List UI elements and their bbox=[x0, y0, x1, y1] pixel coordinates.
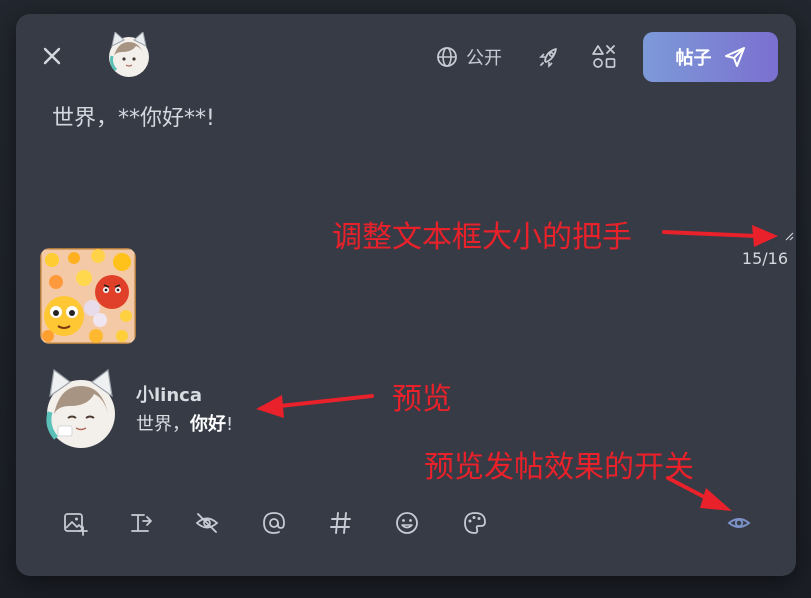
arrow-to-preview bbox=[256, 394, 374, 418]
close-icon bbox=[43, 47, 61, 65]
mention-icon bbox=[263, 512, 285, 534]
visibility-label: 公开 bbox=[466, 48, 502, 69]
visibility-selector[interactable]: 公开 bbox=[436, 44, 502, 70]
preview-eye-icon bbox=[727, 518, 751, 528]
post-button[interactable]: 帖子 bbox=[643, 32, 778, 82]
palette-icon bbox=[464, 512, 486, 534]
mention-button[interactable] bbox=[259, 508, 289, 538]
add-image-icon bbox=[64, 513, 88, 536]
close-button[interactable] bbox=[38, 42, 66, 70]
preview-avatar bbox=[44, 368, 118, 450]
preview-username: 小linca bbox=[136, 385, 202, 406]
textarea-resize-handle[interactable] bbox=[784, 226, 794, 241]
hide-eye-icon bbox=[195, 513, 219, 533]
attached-image[interactable] bbox=[40, 248, 136, 344]
add-image-button[interactable] bbox=[60, 508, 90, 538]
user-avatar[interactable] bbox=[106, 31, 152, 78]
preview-text-plain: 世界， bbox=[136, 414, 190, 435]
hide-content-button[interactable] bbox=[192, 508, 222, 538]
emoji-icon bbox=[396, 512, 418, 534]
shapes-icon bbox=[592, 45, 616, 68]
rocket-icon bbox=[539, 48, 557, 68]
theme-palette-button[interactable] bbox=[460, 508, 490, 538]
resize-grip-icon bbox=[785, 232, 794, 241]
preview-text-bold: 你好 bbox=[190, 414, 226, 435]
post-text-input[interactable]: 世界，**你好**! bbox=[52, 100, 752, 230]
text-format-button[interactable] bbox=[126, 508, 156, 538]
preview-text-end: ! bbox=[226, 414, 234, 435]
preview-text: 世界，你好! bbox=[136, 410, 233, 436]
post-button-label: 帖子 bbox=[675, 48, 712, 69]
send-icon bbox=[724, 47, 745, 67]
emoji-button[interactable] bbox=[392, 508, 422, 538]
widgets-button[interactable] bbox=[591, 44, 617, 70]
boost-button[interactable] bbox=[536, 44, 562, 70]
hashtag-icon bbox=[330, 512, 351, 534]
post-composer-dialog: 公开 帖子 世界，**你好**! 15/16 小linca 世界，你好! 调整文… bbox=[16, 14, 796, 576]
hashtag-button[interactable] bbox=[326, 508, 356, 538]
annotation-resize-handle: 调整文本框大小的把手 bbox=[332, 220, 632, 255]
globe-icon bbox=[437, 47, 457, 67]
annotation-preview-toggle: 预览发帖效果的开关 bbox=[424, 450, 694, 485]
text-format-icon bbox=[131, 514, 152, 532]
character-counter: 15/16 bbox=[741, 249, 788, 268]
preview-toggle-button[interactable] bbox=[724, 508, 754, 538]
annotation-preview: 预览 bbox=[392, 382, 452, 417]
